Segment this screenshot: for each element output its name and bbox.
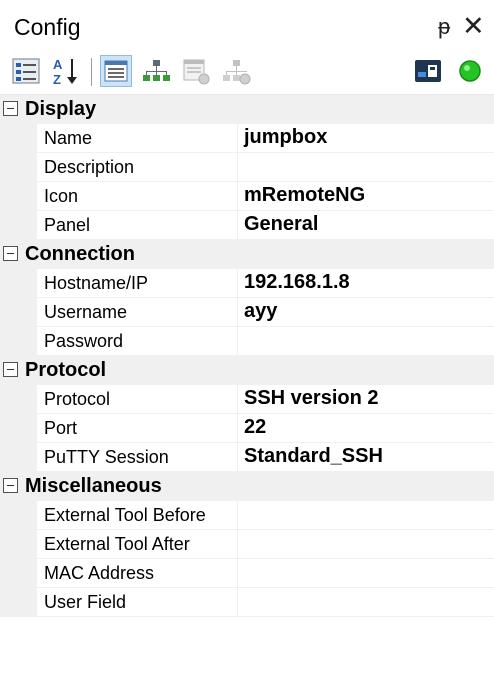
property-value[interactable]: 22 (244, 416, 266, 439)
property-label: Port (44, 418, 78, 438)
property-value[interactable]: SSH version 2 (244, 387, 379, 410)
host-status-icon (415, 60, 441, 82)
property-grid: Display Name jumpbox Description Icon mRem… (0, 95, 494, 617)
category-label: Display (25, 98, 97, 120)
property-row-user-field[interactable]: User Field (0, 588, 494, 617)
inheritance-icon (143, 60, 170, 81)
property-label: External Tool After (44, 534, 190, 554)
category-label: Miscellaneous (25, 475, 162, 497)
property-value[interactable]: ayy (244, 300, 277, 323)
default-inheritance-button[interactable] (220, 55, 252, 87)
property-row-mac-address[interactable]: MAC Address (0, 559, 494, 588)
property-label: Username (44, 302, 128, 322)
property-row-port[interactable]: Port 22 (0, 414, 494, 443)
property-label: External Tool Before (44, 505, 206, 525)
categorized-icon (12, 58, 40, 84)
property-label: Protocol (44, 389, 111, 409)
property-value[interactable]: Standard_SSH (244, 445, 383, 468)
top-strip (0, 0, 494, 8)
category-display[interactable]: Display (0, 95, 494, 124)
property-label: Hostname/IP (44, 273, 149, 293)
property-row-protocol[interactable]: Protocol SSH version 2 (0, 385, 494, 414)
default-inheritance-icon (223, 60, 251, 85)
category-miscellaneous[interactable]: Miscellaneous (0, 472, 494, 501)
category-connection[interactable]: Connection (0, 240, 494, 269)
close-icon[interactable]: ✕ (462, 11, 485, 42)
property-row-putty-session[interactable]: PuTTY Session Standard_SSH (0, 443, 494, 472)
category-label: Protocol (25, 359, 107, 381)
property-label: MAC Address (44, 563, 155, 583)
property-label: Icon (44, 186, 79, 206)
category-protocol[interactable]: Protocol (0, 356, 494, 385)
property-label: Name (44, 128, 93, 148)
properties-button[interactable] (100, 55, 132, 87)
status-online-button[interactable] (454, 55, 486, 87)
property-label: Description (44, 157, 135, 177)
collapse-icon[interactable] (3, 362, 18, 377)
inheritance-button[interactable] (140, 55, 172, 87)
property-value[interactable]: mRemoteNG (244, 184, 365, 207)
property-row-panel[interactable]: Panel General (0, 211, 494, 240)
status-online-icon (459, 60, 481, 82)
property-row-hostname[interactable]: Hostname/IP 192.168.1.8 (0, 269, 494, 298)
property-label: PuTTY Session (44, 447, 169, 467)
svg-text:A: A (53, 57, 63, 72)
collapse-icon[interactable] (3, 478, 18, 493)
panel-title: Config (14, 14, 81, 40)
alphabetical-icon: A Z (53, 57, 77, 87)
property-label: Panel (44, 215, 91, 235)
property-row-description[interactable]: Description (0, 153, 494, 182)
default-properties-button[interactable] (180, 55, 212, 87)
property-row-username[interactable]: Username ayy (0, 298, 494, 327)
alphabetical-button[interactable]: A Z (50, 55, 82, 87)
toolbar: A Z (0, 48, 494, 95)
default-properties-icon (183, 59, 210, 85)
property-row-password[interactable]: Password (0, 327, 494, 356)
collapse-icon[interactable] (3, 101, 18, 116)
panel-titlebar: Config ᵽ ✕ (0, 8, 494, 48)
property-label: User Field (44, 592, 127, 612)
categorized-button[interactable] (10, 55, 42, 87)
pin-icon[interactable]: ᵽ (438, 14, 450, 40)
category-label: Connection (25, 243, 135, 265)
svg-text:Z: Z (53, 72, 61, 87)
property-value[interactable]: 192.168.1.8 (244, 271, 350, 294)
property-row-icon[interactable]: Icon mRemoteNG (0, 182, 494, 211)
property-label: Password (44, 331, 124, 351)
property-value[interactable]: General (244, 213, 318, 236)
properties-icon (104, 60, 128, 82)
property-row-name[interactable]: Name jumpbox (0, 124, 494, 153)
config-panel: Config ᵽ ✕ A Z Display Name jumpbox Desc… (0, 0, 494, 673)
toolbar-separator (91, 58, 92, 86)
host-status-button[interactable] (412, 55, 444, 87)
property-row-external-tool-after[interactable]: External Tool After (0, 530, 494, 559)
collapse-icon[interactable] (3, 246, 18, 261)
property-row-external-tool-before[interactable]: External Tool Before (0, 501, 494, 530)
property-value[interactable]: jumpbox (244, 126, 327, 149)
